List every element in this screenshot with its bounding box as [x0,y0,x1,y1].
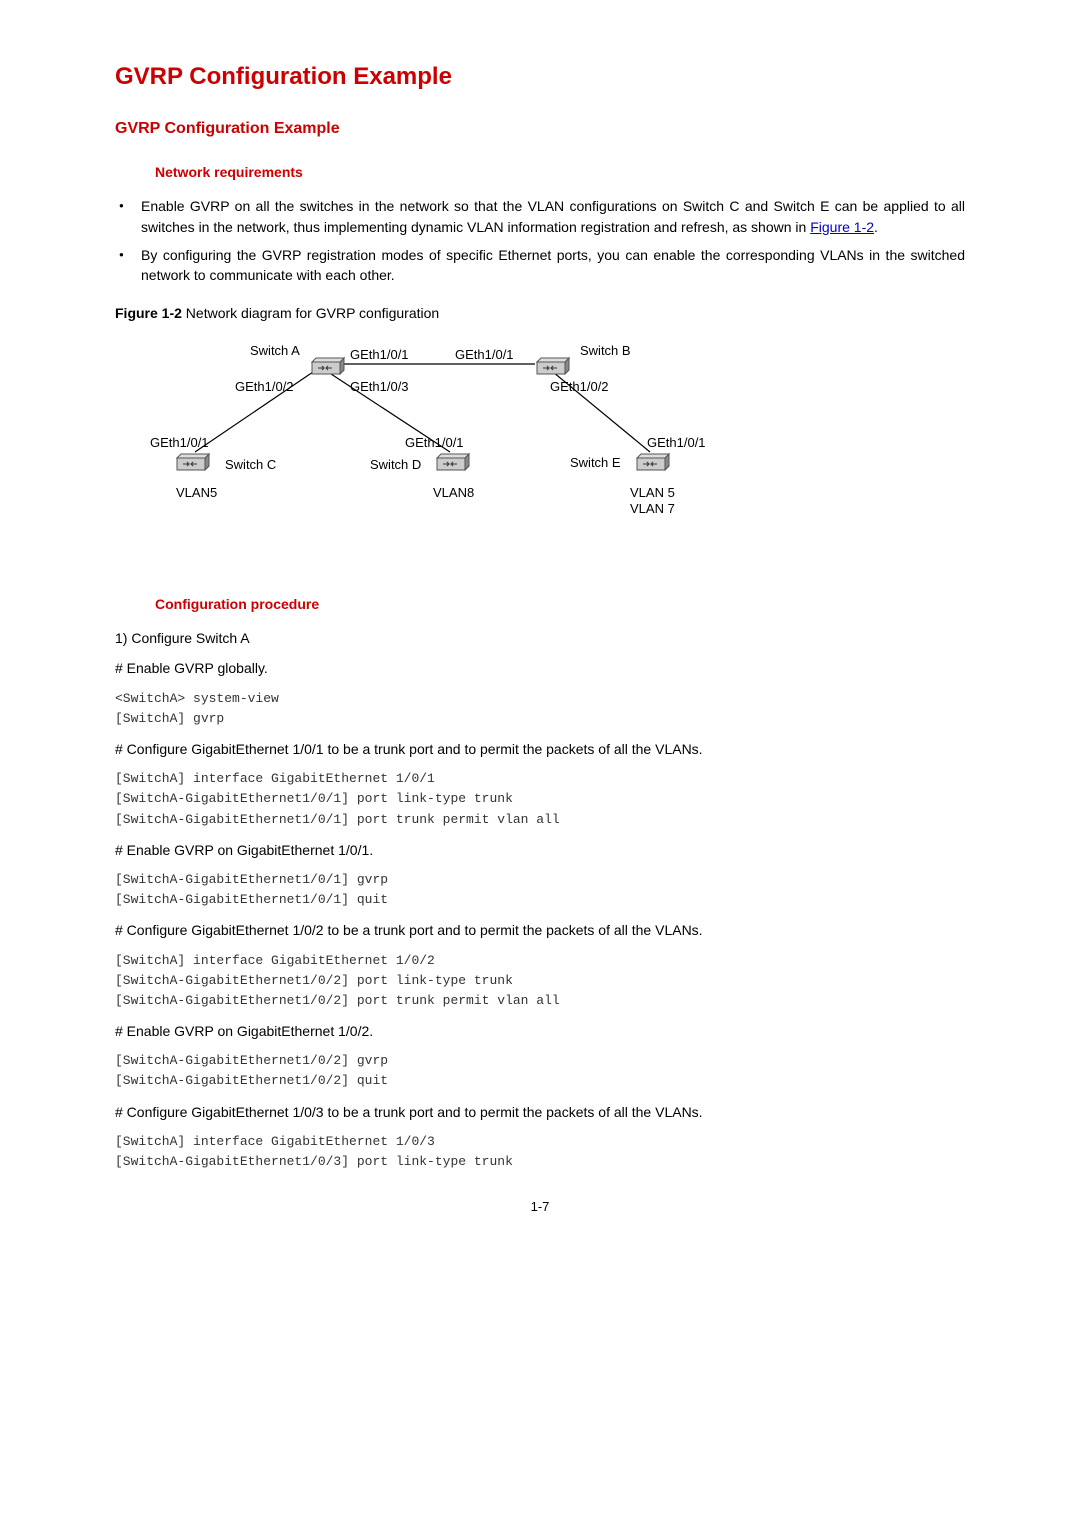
switch-e-label: Switch E [570,454,621,473]
code-block: [SwitchA-GigabitEthernet1/0/2] gvrp [Swi… [115,1051,965,1091]
switch-b-label: Switch B [580,342,631,361]
list-text-post: . [874,219,878,235]
config-text: # Configure GigabitEthernet 1/0/1 to be … [115,739,965,759]
network-requirements-heading: Network requirements [155,162,965,182]
page-number: 1-7 [115,1198,965,1217]
code-block: [SwitchA] interface GigabitEthernet 1/0/… [115,1132,965,1172]
network-diagram: Switch A GEth1/0/1 GEth1/0/1 Switch B GE… [150,334,710,554]
code-block: [SwitchA] interface GigabitEthernet 1/0/… [115,769,965,829]
code-block: <SwitchA> system-view [SwitchA] gvrp [115,689,965,729]
vlan-label: VLAN8 [433,484,474,503]
vlan-label: VLAN5 [176,484,217,503]
port-label: GEth1/0/1 [647,434,706,453]
list-text: By configuring the GVRP registration mod… [141,247,965,283]
step-heading: 1) Configure Switch A [115,628,965,648]
figure-link[interactable]: Figure 1-2 [810,219,874,235]
switch-icon [435,452,471,472]
config-text: # Enable GVRP on GigabitEthernet 1/0/1. [115,840,965,860]
config-text: # Configure GigabitEthernet 1/0/3 to be … [115,1102,965,1122]
config-text: # Configure GigabitEthernet 1/0/2 to be … [115,920,965,940]
section-title: GVRP Configuration Example [115,117,965,140]
port-label: GEth1/0/3 [350,378,409,397]
switch-icon [175,452,211,472]
code-block: [SwitchA-GigabitEthernet1/0/1] gvrp [Swi… [115,870,965,910]
port-label: GEth1/0/1 [455,346,514,365]
config-text: # Enable GVRP on GigabitEthernet 1/0/2. [115,1021,965,1041]
page-title: GVRP Configuration Example [115,60,965,95]
switch-icon [635,452,671,472]
figure-description: Network diagram for GVRP configuration [182,305,439,321]
port-label: GEth1/0/1 [405,434,464,453]
switch-c-label: Switch C [225,456,276,475]
switch-icon [310,356,346,376]
figure-caption: Figure 1-2 Network diagram for GVRP conf… [115,303,965,323]
switch-a-label: Switch A [250,342,300,361]
config-text: # Enable GVRP globally. [115,658,965,678]
requirements-list: Enable GVRP on all the switches in the n… [115,196,965,285]
switch-d-label: Switch D [370,456,421,475]
code-block: [SwitchA] interface GigabitEthernet 1/0/… [115,951,965,1011]
figure-label: Figure 1-2 [115,305,182,321]
port-label: GEth1/0/1 [150,434,209,453]
configuration-procedure-heading: Configuration procedure [155,594,965,614]
list-item: Enable GVRP on all the switches in the n… [115,196,965,237]
port-label: GEth1/0/1 [350,346,409,365]
vlan-label: VLAN 7 [630,500,675,519]
port-label: GEth1/0/2 [550,378,609,397]
list-item: By configuring the GVRP registration mod… [115,245,965,286]
port-label: GEth1/0/2 [235,378,294,397]
switch-icon [535,356,571,376]
